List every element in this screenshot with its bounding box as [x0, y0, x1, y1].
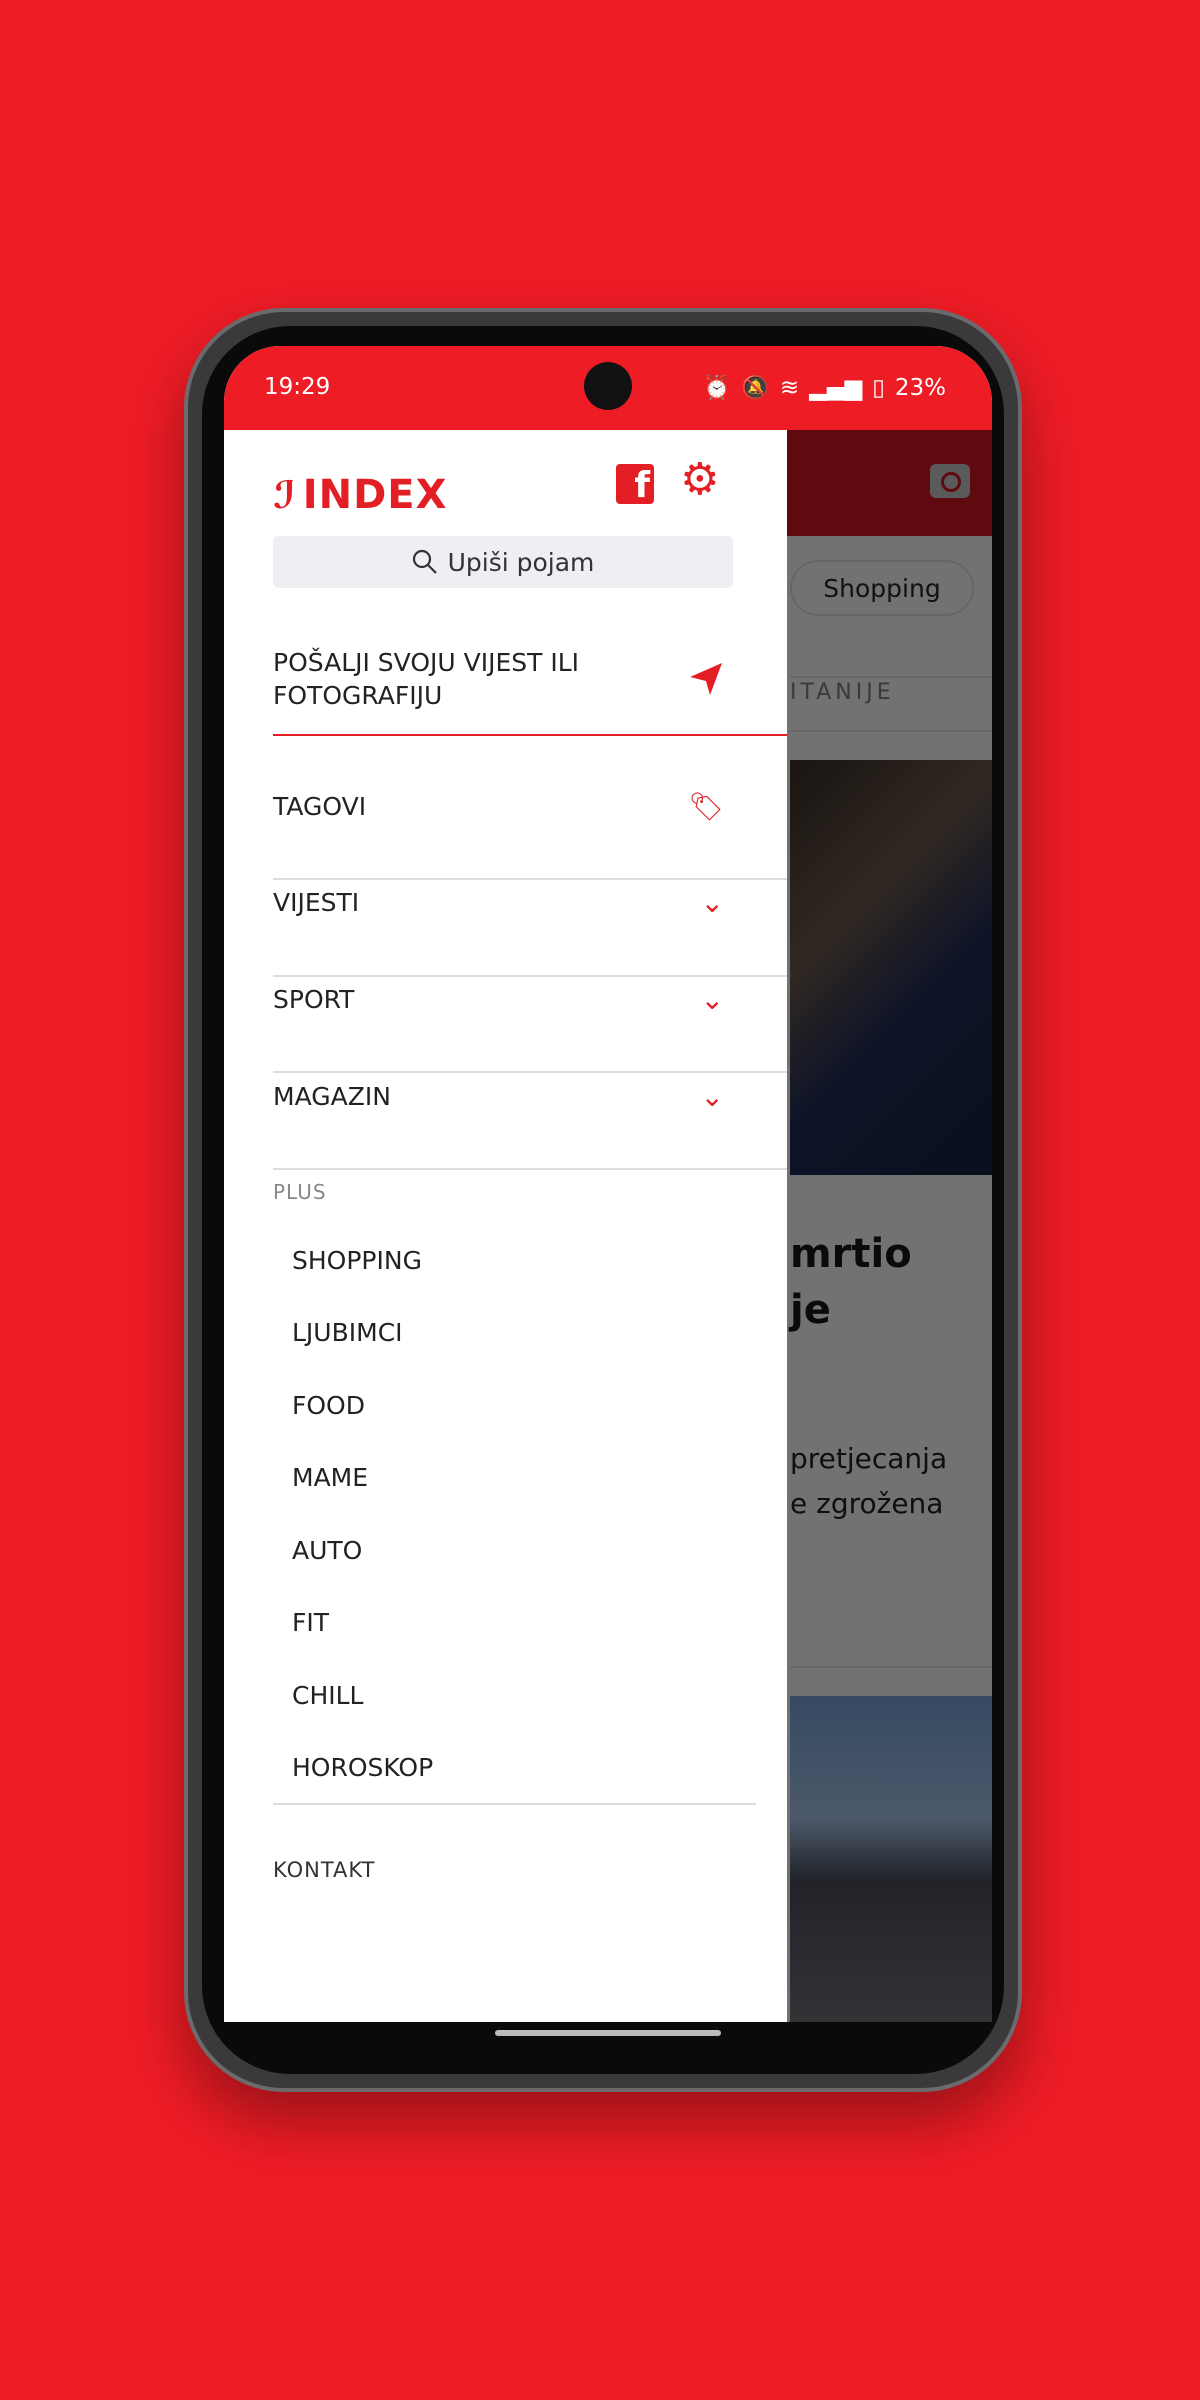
submit-line: FOTOGRAFIJU: [273, 681, 443, 710]
article-headline[interactable]: mrtio je: [790, 1226, 912, 1338]
home-indicator[interactable]: [495, 2030, 721, 2036]
menu-item-magazin[interactable]: MAGAZIN ⌄: [273, 1066, 787, 1126]
menu-item-label: SPORT: [273, 984, 355, 1014]
index-logo[interactable]: ℐ INDEX: [273, 472, 447, 518]
camera-cutout: [584, 362, 632, 410]
menu-item-tagovi[interactable]: TAGOVI 🏷: [273, 776, 787, 836]
menu-item-sport[interactable]: SPORT ⌄: [273, 969, 787, 1029]
facebook-icon[interactable]: f: [616, 464, 654, 504]
wifi-icon: ≋: [779, 374, 800, 401]
plus-item-fit[interactable]: FIT: [292, 1608, 329, 1637]
battery-icon: ▯: [872, 374, 885, 401]
chili-icon: ℐ: [273, 473, 297, 517]
gear-icon[interactable]: ⚙: [680, 458, 719, 502]
plus-item-shopping[interactable]: SHOPPING: [292, 1246, 422, 1275]
chevron-down-icon: ⌄: [700, 1079, 724, 1113]
chevron-down-icon: ⌄: [700, 885, 724, 919]
menu-item-vijesti[interactable]: VIJESTI ⌄: [273, 872, 787, 932]
search-placeholder: Upiši pojam: [447, 547, 595, 577]
mute-icon: 🔕: [741, 375, 770, 401]
search-icon: [412, 549, 437, 574]
menu-item-label: VIJESTI: [273, 887, 360, 917]
alarm-icon: ⏰: [702, 375, 732, 401]
submit-divider: [273, 734, 787, 736]
send-icon: [690, 663, 722, 695]
article-image[interactable]: [790, 1696, 992, 2022]
chevron-down-icon: ⌄: [700, 982, 724, 1016]
submit-line: POŠALJI SVOJU VIJEST ILI: [273, 648, 580, 677]
search-input[interactable]: Upiši pojam: [273, 536, 733, 588]
divider: [790, 676, 992, 678]
plus-item-ljubimci[interactable]: LJUBIMCI: [292, 1318, 403, 1347]
plus-item-horoskop[interactable]: HOROSKOP: [292, 1753, 433, 1782]
battery-level: 23%: [894, 374, 946, 401]
article-lead: pretjecanja e zgrožena: [790, 1436, 947, 1526]
submit-news-item[interactable]: POŠALJI SVOJU VIJEST ILI FOTOGRAFIJU: [273, 644, 787, 714]
divider: [790, 730, 992, 732]
divider: [790, 1666, 992, 1668]
divider: [273, 1803, 756, 1805]
lead-line: e zgrožena: [790, 1487, 944, 1520]
divider: [273, 1168, 787, 1170]
navigation-drawer: ℐ INDEX f ⚙ Upiši pojam POŠALJI SVOJU VIJ…: [224, 430, 787, 2022]
status-bar: 19:29 ⏰ 🔕 ≋ ▂▄▆ ▯ 23%: [224, 346, 992, 430]
tag-icon: 🏷: [688, 789, 724, 823]
plus-item-chill[interactable]: CHILL: [292, 1681, 363, 1710]
tab-label[interactable]: ITANIJE: [790, 680, 895, 705]
lead-line: pretjecanja: [790, 1442, 948, 1475]
category-chip-shopping[interactable]: Shopping: [790, 560, 974, 616]
logo-text: INDEX: [302, 472, 448, 518]
plus-item-food[interactable]: FOOD: [292, 1391, 365, 1420]
plus-item-auto[interactable]: AUTO: [292, 1536, 362, 1565]
screen: 19:29 ⏰ 🔕 ≋ ▂▄▆ ▯ 23% Shopping ITANIJE m…: [224, 346, 992, 2022]
plus-item-mame[interactable]: MAME: [292, 1463, 368, 1492]
camera-icon[interactable]: [930, 464, 970, 498]
contact-link[interactable]: KONTAKT: [273, 1858, 375, 1882]
headline-line: je: [790, 1287, 831, 1333]
menu-item-label: MAGAZIN: [273, 1081, 391, 1111]
article-image[interactable]: [790, 760, 992, 1175]
menu-item-label: TAGOVI: [273, 791, 367, 821]
signal-icon: ▂▄▆: [809, 374, 863, 401]
plus-heading: PLUS: [273, 1180, 327, 1204]
status-time: 19:29: [264, 374, 331, 400]
headline-line: mrtio: [790, 1231, 912, 1277]
